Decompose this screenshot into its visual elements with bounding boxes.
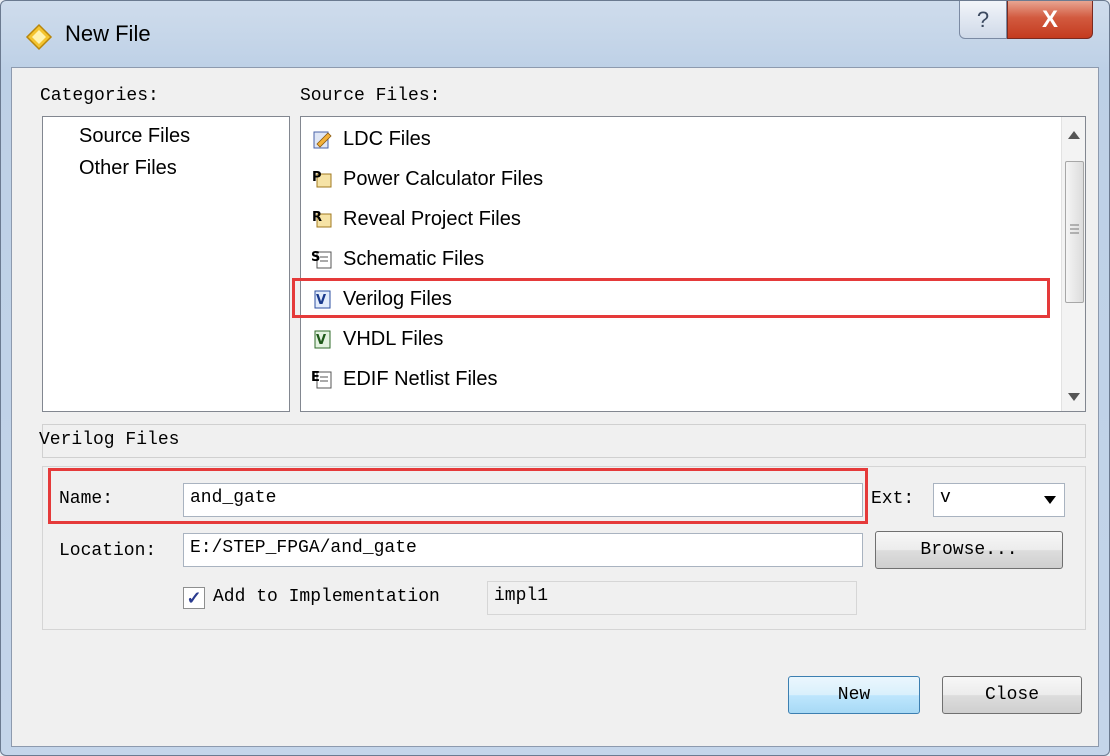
file-type-label: LDC Files <box>343 127 431 150</box>
help-button[interactable]: ? <box>959 1 1007 39</box>
file-type-label: Schematic Files <box>343 247 485 270</box>
categories-list[interactable]: Source Files Other Files <box>42 116 290 412</box>
category-item-other-files[interactable]: Other Files <box>79 157 177 180</box>
schematic-file-icon: S <box>311 250 332 269</box>
source-files-list[interactable]: LDC Files P Power Calculator Files R Rev… <box>300 116 1086 412</box>
window-close-button[interactable]: X <box>1007 1 1093 39</box>
location-label: Location: <box>59 541 157 561</box>
window-title: New File <box>65 21 151 46</box>
category-item-source-files[interactable]: Source Files <box>79 125 190 148</box>
grip-icon <box>1070 224 1079 234</box>
file-type-label: EDIF Netlist Files <box>343 367 498 390</box>
help-icon: ? <box>976 6 990 32</box>
scrollbar-thumb[interactable] <box>1065 161 1084 303</box>
add-to-implementation-label[interactable]: Add to Implementation <box>213 587 440 607</box>
file-type-label: Reveal Project Files <box>343 207 521 230</box>
scroll-down-icon[interactable] <box>1068 393 1080 401</box>
ext-label: Ext: <box>871 489 915 509</box>
dialog-client-area: Categories: Source Files Other Files Sou… <box>11 67 1099 747</box>
reveal-project-file-icon: R <box>312 210 332 228</box>
svg-text:V: V <box>316 293 326 308</box>
description-text: Verilog Files <box>39 430 180 450</box>
file-type-item-power-calculator[interactable]: P Power Calculator Files <box>311 161 543 197</box>
ext-value: v <box>940 488 951 508</box>
location-field[interactable]: E:/STEP_FPGA/and_gate <box>183 533 863 567</box>
checkmark-icon: ✓ <box>186 587 202 608</box>
svg-text:S: S <box>311 250 320 265</box>
verilog-file-icon: V <box>314 290 331 309</box>
ext-dropdown[interactable]: v <box>933 483 1065 517</box>
svg-text:R: R <box>312 210 322 225</box>
source-files-label: Source Files: <box>300 86 441 106</box>
chevron-down-icon <box>1044 496 1056 504</box>
svg-text:P: P <box>312 170 322 185</box>
file-type-label: Verilog Files <box>343 287 452 310</box>
power-calculator-file-icon: P <box>312 170 332 188</box>
title-bar[interactable]: New File ? X <box>1 1 1109 67</box>
file-options-group: Name: and_gate Ext: v Location: E:/STEP_… <box>42 466 1086 630</box>
file-type-item-vhdl[interactable]: V VHDL Files <box>311 321 443 357</box>
file-type-item-reveal-project[interactable]: R Reveal Project Files <box>311 201 521 237</box>
svg-text:E: E <box>311 370 320 385</box>
svg-text:V: V <box>316 333 326 348</box>
ldc-file-icon <box>313 131 332 149</box>
close-icon: X <box>1041 5 1058 33</box>
edif-netlist-file-icon: E <box>311 370 332 389</box>
name-label: Name: <box>59 489 114 509</box>
categories-label: Categories: <box>40 86 159 106</box>
file-type-label: Power Calculator Files <box>343 167 544 190</box>
new-button[interactable]: New <box>788 676 920 714</box>
file-type-item-schematic[interactable]: S Schematic Files <box>311 241 484 277</box>
file-type-item-edif-netlist[interactable]: E EDIF Netlist Files <box>311 361 497 397</box>
vhdl-file-icon: V <box>314 330 331 349</box>
file-type-item-verilog[interactable]: V Verilog Files <box>311 281 452 317</box>
implementation-field: impl1 <box>487 581 857 615</box>
add-to-implementation-checkbox[interactable]: ✓ <box>183 587 205 609</box>
new-file-diamond-icon <box>25 23 53 51</box>
file-type-label: VHDL Files <box>343 327 444 350</box>
file-type-item-ldc[interactable]: LDC Files <box>311 121 431 157</box>
file-type-description: Verilog Files <box>39 424 1086 458</box>
name-field[interactable]: and_gate <box>183 483 863 517</box>
source-files-scrollbar[interactable] <box>1061 117 1085 411</box>
scroll-up-icon[interactable] <box>1068 131 1080 139</box>
dialog-window: New File ? X Categories: Source Files Ot… <box>0 0 1110 756</box>
browse-button[interactable]: Browse... <box>875 531 1063 569</box>
close-button[interactable]: Close <box>942 676 1082 714</box>
